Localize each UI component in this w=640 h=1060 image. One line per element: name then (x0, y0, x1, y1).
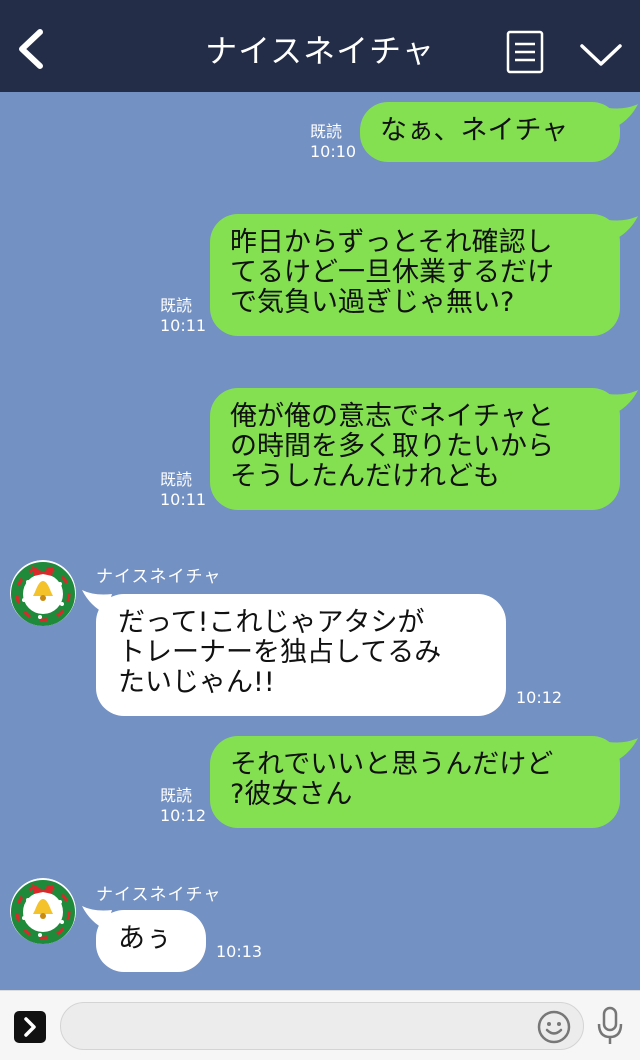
message-meta: 既読 10:10 (310, 122, 356, 162)
bubble-tail (608, 738, 638, 762)
message-bubble-sent[interactable]: なぁ、ネイチャ (360, 102, 620, 162)
message-bubble-sent[interactable]: 昨日からずっとそれ確認し てるけど一旦休業するだけ で気負い過ぎじゃ無い? (210, 214, 620, 336)
message-time: 10:12 (160, 806, 207, 825)
message-meta: 既読 10:11 (160, 296, 206, 336)
read-receipt: 既読 (160, 786, 193, 805)
message-meta: 既読 10:12 (160, 786, 206, 826)
menu-icon[interactable] (506, 30, 544, 74)
chevron-down-icon[interactable] (578, 40, 624, 70)
message-time: 10:11 (160, 490, 207, 509)
message-time: 10:13 (216, 942, 263, 961)
message-bubble-received[interactable]: だって!これじゃアタシが トレーナーを独占してるみ たいじゃん!! (96, 594, 506, 716)
chat-title: ナイスネイチャ (205, 32, 435, 70)
expand-icon (24, 1017, 36, 1037)
sender-name: ナイスネイチャ (96, 567, 222, 587)
avatar[interactable] (10, 878, 76, 944)
bubble-tail (608, 216, 638, 240)
message-bubble-received[interactable]: あぅ (96, 910, 206, 972)
message-bubble-sent[interactable]: 俺が俺の意志でネイチャと の時間を多く取りたいから そうしたんだけれども (210, 388, 620, 510)
chat-header: ナイスネイチャ (0, 0, 640, 92)
message-time: 10:12 (516, 688, 563, 707)
chat-area[interactable]: 既読 10:10 なぁ、ネイチャ 既読 10:11 昨日からずっとそれ確認し て… (0, 92, 640, 990)
wreath-avatar (10, 560, 76, 626)
avatar[interactable] (10, 560, 76, 626)
message-bubble-sent[interactable]: それでいいと思うんだけど ?彼女さん (210, 736, 620, 828)
message-time: 10:11 (160, 316, 207, 335)
composer-bar (0, 990, 640, 1060)
bubble-tail (608, 390, 638, 414)
read-receipt: 既読 (160, 296, 193, 315)
message-meta: 既読 10:11 (160, 470, 206, 510)
read-receipt: 既読 (160, 470, 193, 489)
emoji-icon[interactable] (536, 1009, 572, 1045)
wreath-avatar (10, 878, 76, 944)
expand-button[interactable] (14, 1011, 46, 1043)
bubble-tail (608, 104, 638, 128)
message-time: 10:10 (310, 142, 357, 161)
message-input[interactable] (60, 1002, 584, 1050)
sender-name: ナイスネイチャ (96, 885, 222, 905)
mic-icon[interactable] (596, 1005, 624, 1047)
read-receipt: 既読 (310, 122, 343, 141)
